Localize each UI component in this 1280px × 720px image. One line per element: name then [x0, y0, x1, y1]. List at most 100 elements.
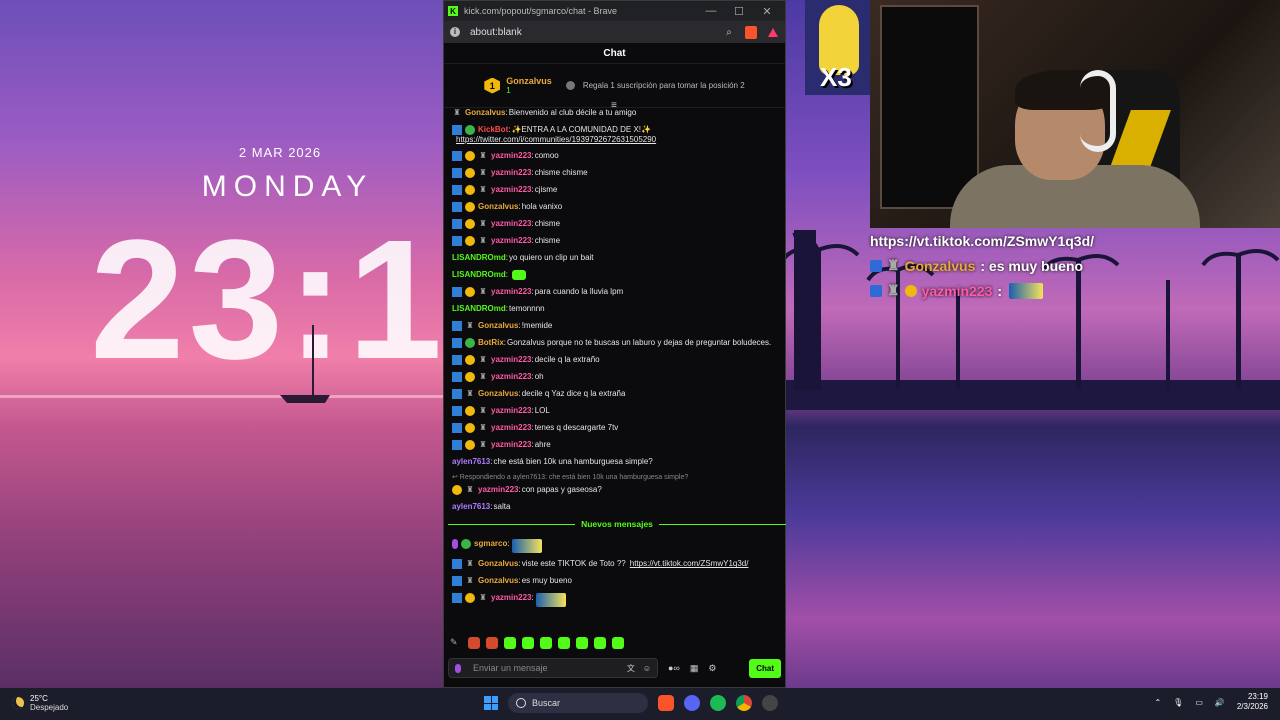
chat-username[interactable]: yazmin223 — [491, 287, 531, 297]
chat-message[interactable]: sgmarco: — [452, 539, 782, 554]
brave-rewards-icon[interactable] — [767, 26, 779, 38]
chat-message[interactable]: ♜ yazmin223: — [452, 593, 782, 608]
chat-message[interactable]: LISANDROmd: temonnnn — [452, 304, 782, 315]
chat-message[interactable]: ♜ Gonzalvus: viste este TIKTOK de Toto ?? h… — [452, 559, 782, 570]
zoom-icon[interactable]: ⌕ — [723, 26, 735, 38]
chat-username[interactable]: sgmarco — [474, 539, 507, 549]
chat-message[interactable]: ♜ yazmin223: comoo — [452, 151, 782, 162]
brave-shields-icon[interactable] — [745, 25, 757, 39]
settings-gear-icon[interactable]: ⚙ — [708, 663, 716, 674]
chat-message[interactable]: ♜ yazmin223: decile q la extraño — [452, 355, 782, 366]
monitor-icon[interactable]: ▭ — [1195, 698, 1203, 707]
chat-input[interactable]: Enviar un mensaje 文 ☺ — [448, 658, 658, 678]
emote-icon[interactable] — [504, 637, 516, 649]
emote-icon[interactable] — [540, 637, 552, 649]
chat-message[interactable]: ♜ yazmin223: para cuando la lluvia lpm — [452, 287, 782, 298]
chat-message[interactable]: ♜ yazmin223: LOL — [452, 406, 782, 417]
chat-message[interactable]: ♜ yazmin223: chisme chisme — [452, 168, 782, 179]
taskbar-search[interactable]: Buscar — [508, 693, 648, 713]
chat-username[interactable]: Gonzalvus — [478, 389, 518, 399]
minimize-button[interactable]: — — [697, 5, 725, 17]
chat-username[interactable]: yazmin223 — [491, 151, 531, 161]
top-gifter-name[interactable]: Gonzalvus — [506, 76, 552, 86]
address-text[interactable]: about:blank — [470, 27, 713, 38]
chat-username[interactable]: KickBot — [478, 125, 508, 135]
chat-message[interactable]: ♜ yazmin223: tenes q descargarte 7tv — [452, 423, 782, 434]
chat-username[interactable]: yazmin223 — [491, 593, 531, 603]
chat-username[interactable]: LISANDROmd — [452, 304, 506, 314]
spotify-icon[interactable] — [710, 695, 726, 711]
chat-username[interactable]: yazmin223 — [491, 406, 531, 416]
emote-icon[interactable] — [468, 637, 480, 649]
chevron-up-icon[interactable]: ⌃ — [1154, 698, 1161, 707]
chat-message[interactable]: ♜ Gonzalvus: es muy bueno — [452, 576, 782, 587]
chat-username[interactable]: aylen7613 — [452, 502, 490, 512]
chat-username[interactable]: yazmin223 — [491, 423, 531, 433]
microphone-icon[interactable]: 🎙 — [1173, 698, 1183, 707]
chat-username[interactable]: Gonzalvus — [478, 576, 518, 586]
chat-username[interactable]: yazmin223 — [491, 219, 531, 229]
emote-icon[interactable] — [486, 637, 498, 649]
address-bar[interactable]: i about:blank ⌕ — [444, 21, 785, 43]
brave-browser-icon[interactable] — [658, 695, 674, 711]
emote-icon[interactable] — [594, 637, 606, 649]
obs-icon[interactable] — [762, 695, 778, 711]
chat-message[interactable]: ♜ yazmin223: con papas y gaseosa? — [452, 484, 782, 496]
emote-icon[interactable] — [522, 637, 534, 649]
maximize-button[interactable]: ☐ — [725, 5, 753, 18]
chat-username[interactable]: LISANDROmd — [452, 253, 506, 263]
chat-message[interactable]: ♜ Gonzalvus: !memide — [452, 321, 782, 332]
chat-message[interactable]: LISANDROmd: yo quiero un clip un bait — [452, 253, 782, 264]
chat-message[interactable]: BotRix: Gonzalvus porque no te buscas un … — [452, 338, 782, 349]
chat-username[interactable]: yazmin223 — [491, 185, 531, 195]
pen-icon[interactable]: ✎ — [450, 637, 462, 649]
chat-username[interactable]: yazmin223 — [491, 355, 531, 365]
chat-input-placeholder[interactable]: Enviar un mensaje — [473, 663, 619, 673]
weather-widget[interactable]: 25°C Despejado — [12, 694, 68, 712]
users-infinity-icon[interactable]: ●∞ — [668, 663, 680, 673]
store-icon[interactable]: ▦ — [690, 663, 699, 674]
chat-username[interactable]: Gonzalvus — [478, 321, 518, 331]
chat-message[interactable]: ♜ yazmin223: ahre — [452, 440, 782, 451]
chat-username[interactable]: yazmin223 — [491, 440, 531, 450]
chat-message[interactable]: aylen7613: salta — [452, 502, 782, 513]
chat-username[interactable]: yazmin223 — [491, 236, 531, 246]
emote-icon[interactable] — [558, 637, 570, 649]
chat-message-link[interactable]: https://twitter.com/i/communities/193979… — [456, 135, 656, 145]
emoji-icon[interactable]: ☺ — [643, 664, 651, 673]
chat-message[interactable]: ♜ Gonzalvus: Bienvenido al club décile a t… — [452, 108, 782, 119]
discord-icon[interactable] — [684, 695, 700, 711]
site-info-icon[interactable]: i — [450, 27, 460, 37]
chat-username[interactable]: aylen7613 — [452, 457, 490, 467]
chat-username[interactable]: yazmin223 — [491, 372, 531, 382]
chat-message-link[interactable]: https://vt.tiktok.com/ZSmwY1q3d/ — [630, 559, 749, 569]
chat-username[interactable]: Gonzalvus — [478, 559, 518, 569]
chat-username[interactable]: yazmin223 — [478, 485, 518, 495]
chat-message[interactable]: ♜ Gonzalvus: decile q Yaz dice q la extrañ… — [452, 389, 782, 400]
chat-username[interactable]: Gonzalvus — [478, 202, 518, 212]
chat-message[interactable]: Gonzalvus: hola vanixo — [452, 202, 782, 213]
chat-username[interactable]: LISANDROmd — [452, 270, 506, 280]
chat-message[interactable]: ♜ yazmin223: cjisme — [452, 185, 782, 196]
reply-context[interactable]: ↩ Respondiendo a aylen7613: che está bie… — [452, 474, 782, 483]
chat-username[interactable]: BotRix — [478, 338, 504, 348]
chat-username[interactable]: Gonzalvus — [465, 108, 505, 118]
taskbar-clock[interactable]: 23:19 2/3/2026 — [1237, 692, 1268, 713]
volume-icon[interactable]: 🔊 — [1215, 698, 1225, 707]
close-button[interactable]: ✕ — [753, 5, 781, 18]
chat-message[interactable]: ♜ yazmin223: chisme — [452, 236, 782, 247]
chat-username[interactable]: yazmin223 — [491, 168, 531, 178]
chrome-icon[interactable] — [736, 695, 752, 711]
emote-icon[interactable] — [576, 637, 588, 649]
translate-icon[interactable]: 文 — [627, 663, 635, 674]
windows-start-icon[interactable] — [484, 696, 498, 710]
chat-message[interactable]: KickBot: ✨ENTRA A LA COMUNIDAD DE X!✨ http… — [452, 125, 782, 145]
emote-icon[interactable] — [612, 637, 624, 649]
chat-message[interactable]: LISANDROmd: — [452, 270, 782, 281]
chat-message[interactable]: ♜ yazmin223: chisme — [452, 219, 782, 230]
send-chat-button[interactable]: Chat — [749, 658, 781, 678]
microphone-icon[interactable] — [455, 663, 461, 673]
window-titlebar[interactable]: K kick.com/popout/sgmarco/chat - Brave —… — [444, 1, 785, 21]
chat-message[interactable]: ♜ yazmin223: oh — [452, 372, 782, 383]
chat-message[interactable]: aylen7613: che está bien 10k una hamburgu… — [452, 457, 782, 468]
